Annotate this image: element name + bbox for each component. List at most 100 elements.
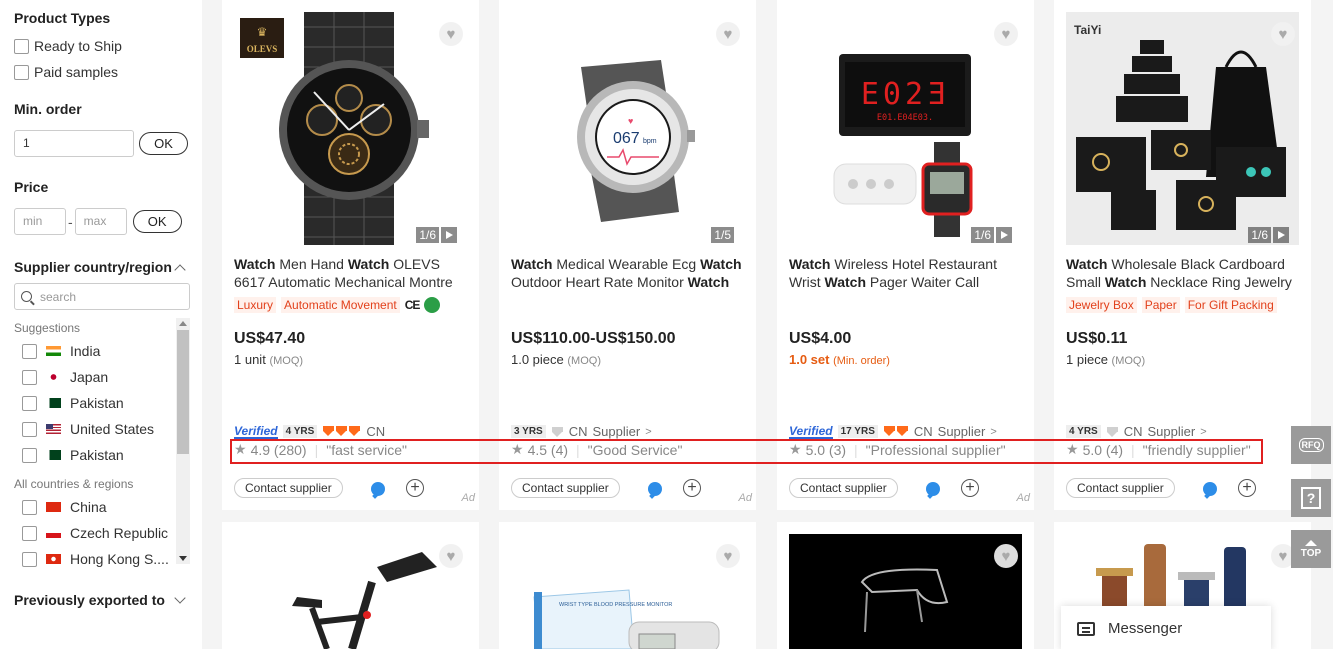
paid-samples-option[interactable]: Paid samples bbox=[14, 59, 188, 85]
contact-supplier-button[interactable]: Contact supplier bbox=[1066, 478, 1175, 498]
heart-icon[interactable]: ♥ bbox=[1271, 22, 1295, 46]
ready-to-ship-option[interactable]: Ready to Ship bbox=[14, 33, 188, 59]
price-title: Price bbox=[14, 179, 49, 195]
play-icon[interactable] bbox=[996, 227, 1012, 243]
supplier-country: CN bbox=[913, 424, 933, 439]
rfq-button[interactable]: RFQ bbox=[1291, 426, 1331, 464]
scrollbar-thumb[interactable] bbox=[177, 330, 189, 454]
add-compare-icon[interactable]: + bbox=[406, 479, 424, 497]
country-checkbox[interactable] bbox=[22, 343, 37, 359]
country-option-hong-kong[interactable]: Hong Kong S.... bbox=[14, 546, 174, 572]
heart-icon[interactable]: ♥ bbox=[439, 22, 463, 46]
taiyi-logo-text: TaiYi bbox=[1074, 23, 1101, 37]
heart-icon[interactable]: ♥ bbox=[439, 544, 463, 568]
chat-icon[interactable] bbox=[648, 482, 662, 496]
product-image[interactable]: 067 bpm ♥ ♥ 1/5 bbox=[511, 12, 744, 245]
country-checkbox[interactable] bbox=[22, 447, 37, 463]
price-ok-button[interactable]: OK bbox=[132, 210, 182, 233]
country-option-japan[interactable]: Japan bbox=[14, 364, 174, 390]
moq-value: 1 piece bbox=[1066, 352, 1108, 367]
add-compare-icon[interactable]: + bbox=[683, 479, 701, 497]
country-search-input[interactable]: search bbox=[14, 283, 190, 310]
country-option-pakistan-2[interactable]: Pakistan bbox=[14, 442, 174, 468]
image-count-label: 1/5 bbox=[711, 227, 734, 243]
chevron-down-icon[interactable] bbox=[174, 592, 186, 604]
country-checkbox[interactable] bbox=[22, 395, 37, 411]
ready-to-ship-checkbox[interactable] bbox=[14, 38, 29, 54]
price-min-input[interactable]: min bbox=[14, 208, 66, 235]
heart-icon[interactable]: ♥ bbox=[994, 544, 1018, 568]
country-list-scrollbar[interactable] bbox=[176, 318, 190, 564]
product-image[interactable]: ♛ OLEVS ♥ 1/6 bbox=[234, 12, 467, 245]
product-title[interactable]: Watch Medical Wearable Ecg Watch Outdoor… bbox=[511, 255, 747, 291]
country-checkbox[interactable] bbox=[22, 551, 37, 567]
contact-supplier-button[interactable]: Contact supplier bbox=[789, 478, 898, 498]
product-image[interactable]: TaiYi ♥ 1/6 bbox=[1066, 12, 1299, 245]
supplier-years: 3 YRS bbox=[511, 425, 546, 438]
contact-supplier-button[interactable]: Contact supplier bbox=[511, 478, 620, 498]
product-tags: Jewelry Box Paper For Gift Packing bbox=[1066, 297, 1277, 313]
czech-flag-icon bbox=[46, 528, 61, 538]
country-option-united-states[interactable]: United States bbox=[14, 416, 174, 442]
chevron-up-icon[interactable] bbox=[174, 263, 186, 276]
messenger-bar[interactable]: Messenger bbox=[1061, 606, 1271, 649]
image-counter: 1/6 bbox=[416, 227, 457, 243]
supplier-country-header[interactable]: Supplier country/region bbox=[14, 259, 188, 276]
country-checkbox[interactable] bbox=[22, 499, 37, 515]
image-counter: 1/6 bbox=[1248, 227, 1289, 243]
pakistan-flag-icon bbox=[46, 398, 61, 408]
previously-exported-header[interactable]: Previously exported to bbox=[14, 592, 188, 608]
country-checkbox[interactable] bbox=[22, 525, 37, 541]
supplier-years: 4 YRS bbox=[1066, 425, 1101, 438]
country-checkbox[interactable] bbox=[22, 369, 37, 385]
play-icon[interactable] bbox=[1273, 227, 1289, 243]
title-text: Medical Wearable Ecg bbox=[552, 256, 701, 272]
product-title[interactable]: Watch Men Hand Watch OLEVS 6617 Automati… bbox=[234, 255, 470, 291]
price-dash: - bbox=[68, 213, 73, 230]
product-title[interactable]: Watch Wholesale Black Cardboard Small Wa… bbox=[1066, 255, 1302, 291]
country-option-czech-republic[interactable]: Czech Republic bbox=[14, 520, 174, 546]
contact-supplier-button[interactable]: Contact supplier bbox=[234, 478, 343, 498]
title-keyword: Watch bbox=[700, 256, 742, 272]
supplier-info[interactable]: 3 YRS CN Supplier > bbox=[511, 424, 652, 439]
chat-icon[interactable] bbox=[371, 482, 385, 496]
ecg-watch-image: 067 bpm ♥ bbox=[577, 60, 695, 222]
add-compare-icon[interactable]: + bbox=[1238, 479, 1256, 497]
help-button[interactable]: ? bbox=[1291, 479, 1331, 517]
country-checkbox[interactable] bbox=[22, 421, 37, 437]
chat-icon[interactable] bbox=[1203, 482, 1217, 496]
scroll-up-arrow-icon[interactable] bbox=[179, 321, 187, 326]
price-max-input[interactable]: max bbox=[74, 208, 127, 235]
heart-icon[interactable]: ♥ bbox=[994, 22, 1018, 46]
product-card[interactable]: WRIST TYPE BLOOD PRESSURE MONITOR ♥ bbox=[499, 522, 756, 649]
product-card[interactable]: 067 bpm ♥ ♥ 1/5 Watch Medical Wearable E… bbox=[499, 0, 756, 510]
country-option-china[interactable]: China bbox=[14, 494, 174, 520]
play-icon[interactable] bbox=[441, 227, 457, 243]
chat-icon[interactable] bbox=[926, 482, 940, 496]
title-text: Outdoor Heart Rate Monitor bbox=[511, 274, 688, 290]
product-image[interactable]: E02Ǝ E01.E04E03. ♥ 1/6 bbox=[789, 12, 1022, 245]
min-order-input[interactable]: 1 bbox=[14, 130, 134, 157]
product-card[interactable]: TaiYi ♥ 1/6 Watch Wholesale Black Cardbo… bbox=[1054, 0, 1311, 510]
country-option-pakistan[interactable]: Pakistan bbox=[14, 390, 174, 416]
watch-screen-reading: 067 bbox=[613, 130, 640, 147]
product-title[interactable]: Watch Wireless Hotel Restaurant Wrist Wa… bbox=[789, 255, 1025, 291]
product-card[interactable]: ♥ bbox=[777, 522, 1034, 649]
supplier-info[interactable]: 4 YRS CN Supplier > bbox=[1066, 424, 1207, 439]
paid-samples-checkbox[interactable] bbox=[14, 64, 29, 80]
add-compare-icon[interactable]: + bbox=[961, 479, 979, 497]
country-option-india[interactable]: India bbox=[14, 338, 174, 364]
previously-exported-title: Previously exported to bbox=[14, 592, 165, 608]
diamond-rating-icon bbox=[551, 426, 564, 437]
product-card[interactable]: ♛ OLEVS ♥ 1/6 Watch Men Hand Watch OLEVS… bbox=[222, 0, 479, 510]
heart-icon[interactable]: ♥ bbox=[716, 22, 740, 46]
product-card[interactable]: ♥ bbox=[222, 522, 479, 649]
back-to-top-button[interactable]: TOP bbox=[1291, 530, 1331, 568]
min-order-ok-button[interactable]: OK bbox=[139, 132, 188, 155]
product-card[interactable]: E02Ǝ E01.E04E03. ♥ 1/6 Watch Wireless Ho… bbox=[777, 0, 1034, 510]
supplier-info[interactable]: Verified 17 YRS CN Supplier > bbox=[789, 424, 997, 439]
heart-icon[interactable]: ♥ bbox=[716, 544, 740, 568]
supplier-info[interactable]: Verified 4 YRS CN bbox=[234, 424, 385, 439]
scroll-down-arrow-icon[interactable] bbox=[179, 556, 187, 561]
min-order-title: Min. order bbox=[14, 101, 82, 117]
